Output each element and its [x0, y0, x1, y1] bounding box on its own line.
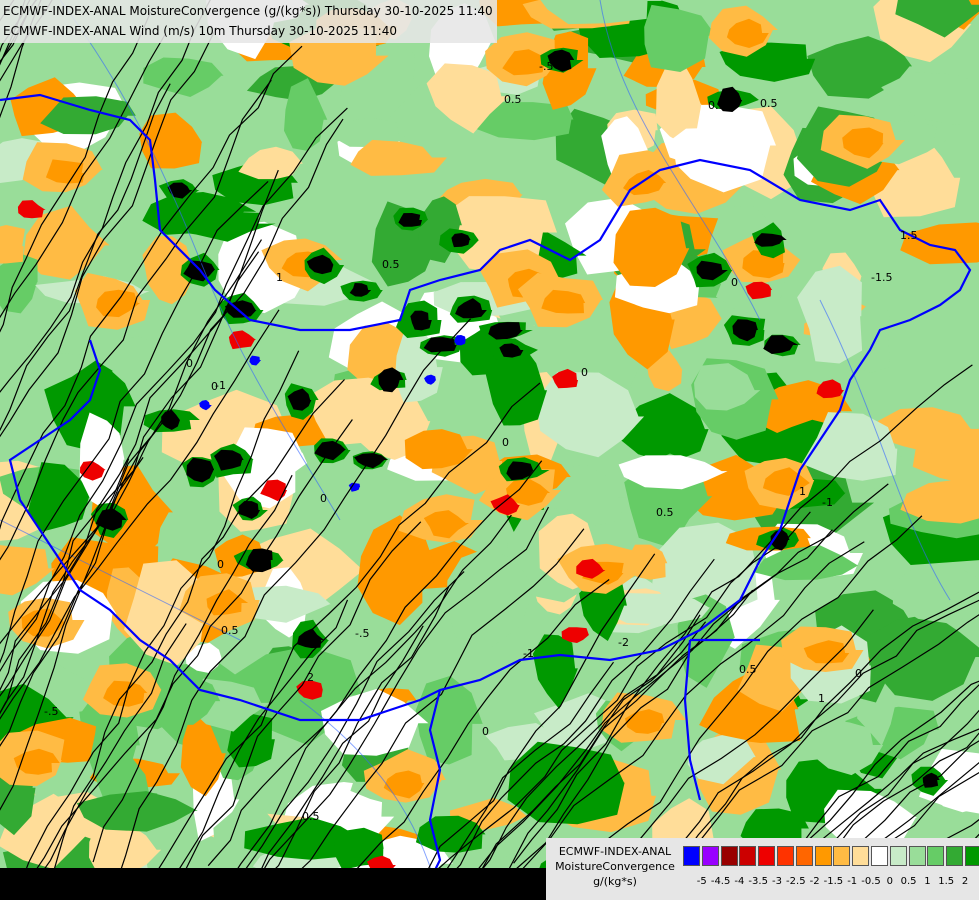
- contour-label: -.5: [44, 705, 58, 718]
- legend-tick-label: -4.5: [710, 876, 731, 887]
- legend-swatch: [889, 846, 907, 866]
- contour-label: -2: [618, 636, 629, 649]
- legend-tick-label: 2: [961, 876, 969, 887]
- contour-label: 0: [217, 558, 224, 571]
- contour-label: 2: [307, 671, 314, 684]
- legend-swatch: [701, 846, 719, 866]
- legend-tick-label: -0.5: [861, 876, 881, 887]
- contour-label: 0: [320, 492, 327, 505]
- legend-swatch: [852, 846, 870, 866]
- contour-label: 0.5: [221, 624, 239, 637]
- legend-tick-label: -1.5: [823, 876, 844, 887]
- legend-swatch: [833, 846, 851, 866]
- legend-tick-label: -1: [847, 876, 858, 887]
- legend-swatch: [795, 846, 813, 866]
- contour-label: 0.5: [504, 93, 522, 106]
- contour-label: -.5: [355, 627, 369, 640]
- contour-label: 0.5: [382, 258, 400, 271]
- field-patch: [0, 225, 25, 264]
- legend-swatch: [927, 846, 945, 866]
- legend-swatch: [683, 846, 700, 866]
- contour-label: 1: [818, 692, 825, 705]
- legend-tick-label: 0.5: [900, 876, 917, 887]
- map-header: ECMWF-INDEX-ANAL MoistureConvergence (g/…: [0, 0, 497, 43]
- legend-swatch: [777, 846, 794, 866]
- contour-label: 1: [276, 271, 283, 284]
- contour-label: -1.5: [871, 271, 892, 284]
- contour-label: 0: [855, 667, 862, 680]
- contour-label: 0.5: [708, 99, 726, 112]
- contour-label: 0: [482, 725, 489, 738]
- contour-label: -1: [215, 379, 226, 392]
- field-patch: [45, 159, 85, 184]
- contour-label: 0: [731, 276, 738, 289]
- contour-label: 0.5: [656, 506, 674, 519]
- contour-label: -1: [822, 496, 833, 509]
- legend-swatch: [946, 846, 964, 866]
- legend-unit: g/(kg*s): [593, 875, 637, 888]
- field-patch: [507, 741, 625, 825]
- footer-bar: [0, 868, 546, 900]
- legend-tick-label: -4: [734, 876, 745, 887]
- legend-label: ECMWF-INDEX-ANAL MoistureConvergence g/(…: [550, 844, 680, 889]
- legend-tick-label: 1.5: [938, 876, 955, 887]
- legend-swatch: [908, 846, 926, 866]
- legend-variable: MoistureConvergence: [555, 860, 675, 873]
- legend-tick-label: -3: [772, 876, 782, 887]
- legend-swatch: [720, 846, 738, 866]
- legend-tick-label: 1: [924, 876, 931, 887]
- legend-tick-label: 0: [886, 876, 893, 887]
- moisture-convergence-map: -.50000000000.5 0.50.50.50.50.50.50.5-1-1…: [0, 0, 979, 900]
- contour-label: -1: [523, 647, 534, 660]
- legend-swatch: [739, 846, 757, 866]
- legend-tick-label: -3.5: [748, 876, 768, 887]
- legend-swatch: [871, 846, 888, 866]
- color-legend: ECMWF-INDEX-ANAL MoistureConvergence g/(…: [546, 838, 979, 900]
- legend-tick-label: -5: [696, 876, 707, 887]
- header-line-moisture: ECMWF-INDEX-ANAL MoistureConvergence (g/…: [3, 4, 493, 18]
- contour-label: 0: [502, 436, 509, 449]
- contour-label: 0.5: [739, 663, 757, 676]
- legend-model: ECMWF-INDEX-ANAL: [558, 845, 672, 858]
- contour-label: 1: [799, 485, 806, 498]
- header-line-wind: ECMWF-INDEX-ANAL Wind (m/s) 10m Thursday…: [3, 24, 397, 38]
- contour-label: 0.5: [302, 810, 320, 823]
- legend-swatch: [965, 846, 979, 866]
- contour-label: 0.5: [760, 97, 778, 110]
- legend-tick-label: -2.5: [786, 876, 806, 887]
- contour-label: 0: [581, 366, 588, 379]
- contour-label: 0: [186, 357, 193, 370]
- legend-swatch: [758, 846, 776, 866]
- legend-swatch: [814, 846, 832, 866]
- legend-tick-label: -2: [809, 876, 820, 887]
- contour-label: -.5: [539, 60, 553, 73]
- contour-label: 1.5: [900, 229, 918, 242]
